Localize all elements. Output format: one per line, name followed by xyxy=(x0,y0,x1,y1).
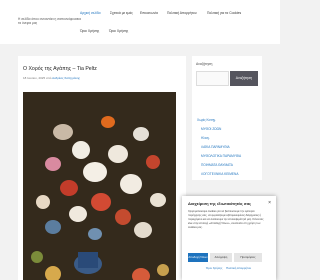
category-link[interactable]: ΜΥΘΟΙ ΖΩΩΝ xyxy=(201,127,221,131)
sidebar: Αναζήτηση Αναζήτηση Χωρίς Κατηγ. ΜΥΘΟΙ Ζ… xyxy=(192,56,262,180)
article: Ο Χορός της Αγάπης – Tia Peltz 18 Ιουλίο… xyxy=(18,56,186,280)
painting-image xyxy=(23,92,176,280)
close-icon[interactable]: × xyxy=(268,200,271,206)
category-link[interactable]: ΛΟΓΟΤΕΧΝΙΚΑ ΚΕΙΜΕΝΑ xyxy=(201,172,238,176)
cookie-consent-dialog: Διαχείριση της ιδιωτικότητάς σας × Χρησι… xyxy=(182,196,276,280)
nav-item-terms-2[interactable]: Όροι Χρήσης xyxy=(109,29,128,34)
site-tagline: Η σελίδα όπου συναντάει η σαπουνόφουσκα … xyxy=(18,17,81,25)
deny-button[interactable]: Απόρριψη xyxy=(210,253,232,262)
nav-item-home[interactable]: Αρχική σελίδα xyxy=(80,11,101,16)
cookie-title: Διαχείριση της ιδιωτικότητάς σας xyxy=(188,201,252,206)
nav-item-contact[interactable]: Επικοινωνία xyxy=(140,11,158,16)
category-link[interactable]: Ηλιογ. xyxy=(201,136,210,140)
preferences-button[interactable]: Προτιμήσεις xyxy=(234,253,262,262)
post-title: Ο Χορός της Αγάπης – Tia Peltz xyxy=(23,66,97,72)
nav-item-privacy[interactable]: Πολιτική Απορρήτου xyxy=(167,11,197,16)
post-author-link[interactable]: Ανδρέας Χατζηγάκης xyxy=(52,76,80,80)
nav-item-cookies[interactable]: Πολιτική για τα Cookies xyxy=(207,11,241,16)
category-link[interactable]: Χωρίς Κατηγ. xyxy=(197,118,216,122)
site-header: Η σελίδα όπου συναντάει η σαπουνόφουσκα … xyxy=(0,0,280,44)
category-link[interactable]: ΠΟΙΗΜΑΤΑ ΘΑΥΜΑΤΑ xyxy=(201,163,233,167)
category-link[interactable]: ΛΑΪΚΑ ΠΑΡΑΜΥΘΙΑ xyxy=(201,145,230,149)
post-meta: 18 Ιουλίου, 2025 από Ανδρέας Χατζηγάκης xyxy=(23,76,80,80)
featured-painting xyxy=(23,92,176,280)
nav-item-about[interactable]: Σχετικά με εμάς xyxy=(110,11,133,16)
category-link[interactable]: ΜΥΘΟΛΟΓΙΚΑ ΠΑΡΑΜΥΘΙΑ xyxy=(201,154,241,158)
nav-item-terms[interactable]: Όροι Χρήσης xyxy=(80,29,99,34)
post-date: 18 Ιουλίου, 2025 από xyxy=(23,76,52,80)
accept-all-button[interactable]: Αποδοχή Όλων xyxy=(188,253,208,262)
cookie-text: Χρησιμοποιούμε cookies για να βελτιώσουμ… xyxy=(188,210,264,229)
cookie-links: Όροι Χρήσης Πολιτική Απορρήτου xyxy=(206,266,254,270)
terms-link[interactable]: Όροι Χρήσης xyxy=(206,266,222,270)
search-label: Αναζήτηση xyxy=(196,62,213,66)
search-input[interactable] xyxy=(196,71,229,86)
search-button[interactable]: Αναζήτηση xyxy=(230,71,258,86)
privacy-link[interactable]: Πολιτική Απορρήτου xyxy=(226,266,251,270)
